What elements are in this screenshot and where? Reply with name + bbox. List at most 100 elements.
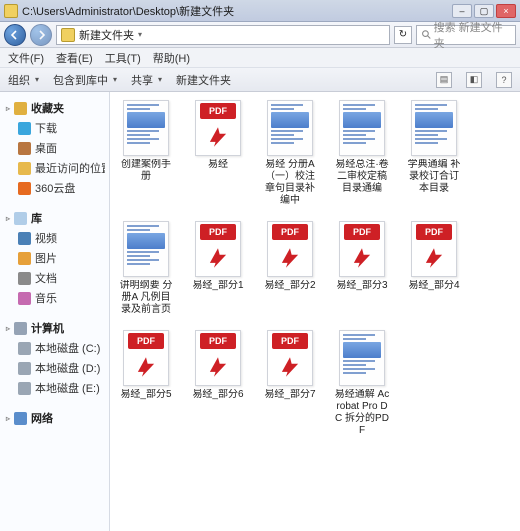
star-icon [14,102,27,115]
sidebar-item-drive-e[interactable]: 本地磁盘 (E:) [4,378,105,398]
doc-thumbnail [123,100,169,156]
file-name: 易经总注·卷二审校定稿目录通编 [334,159,390,195]
menu-help[interactable]: 帮助(H) [153,50,190,66]
file-item[interactable]: 易经总注·卷二审校定稿目录通编 [334,100,390,207]
sidebar-item-recent[interactable]: 最近访问的位置 [4,158,105,178]
sidebar-item-desktop[interactable]: 桌面 [4,138,105,158]
refresh-button[interactable]: ↻ [394,26,412,44]
sidebar-item-downloads[interactable]: 下载 [4,118,105,138]
folder-icon [4,4,18,18]
search-input[interactable]: 搜索 新建文件夹 [416,25,516,45]
nav-back-button[interactable] [4,24,26,46]
address-bar: 新建文件夹 ▾ ↻ 搜索 新建文件夹 [0,22,520,48]
file-name: 易经_部分4 [408,280,459,292]
share-button[interactable]: 共享 [131,72,162,88]
sidebar-item-music[interactable]: 音乐 [4,288,105,308]
toolbar: 组织 包含到库中 共享 新建文件夹 ▤ ◧ ? [0,68,520,92]
address-path: 新建文件夹 [79,27,134,43]
file-item[interactable]: 讲明纲要 分册A 凡例目录及前言页 [118,221,174,316]
file-item[interactable]: 易经通解 Acrobat Pro DC 拆分的PDF [334,330,390,437]
pdf-badge: PDF [200,333,236,349]
help-button[interactable]: ? [496,72,512,88]
menu-view[interactable]: 查看(E) [56,50,93,66]
drive-icon [18,342,31,355]
sidebar-network: 网络 [4,408,105,428]
library-icon [14,212,27,225]
sidebar-item-documents[interactable]: 文档 [4,268,105,288]
file-name: 讲明纲要 分册A 凡例目录及前言页 [118,280,174,316]
pdf-badge: PDF [272,333,308,349]
sidebar-head-libraries[interactable]: 库 [4,208,105,228]
file-name: 创建案例手册 [118,159,174,183]
pdf-badge: PDF [200,224,236,240]
sidebar-head-computer[interactable]: 计算机 [4,318,105,338]
sidebar-libraries: 库 视频 图片 文档 音乐 [4,208,105,308]
sidebar-item-video[interactable]: 视频 [4,228,105,248]
address-box[interactable]: 新建文件夹 ▾ [56,25,390,45]
file-item[interactable]: PDF 易经_部分1 [190,221,246,316]
sidebar-favorites: 收藏夹 下载 桌面 最近访问的位置 360云盘 [4,98,105,198]
preview-pane-button[interactable]: ◧ [466,72,482,88]
file-name: 易经 [208,159,228,171]
view-options-button[interactable]: ▤ [436,72,452,88]
doc-thumbnail [339,100,385,156]
doc-thumbnail [123,221,169,277]
file-view[interactable]: 创建案例手册 PDF 易经 易经 分册A（一）校注章句目录补编中易经总注·卷二审校定稿… [110,92,520,531]
file-item[interactable]: PDF易经_部分3 [334,221,390,316]
pdf-thumbnail: PDF [267,221,313,277]
sidebar-item-360cloud[interactable]: 360云盘 [4,178,105,198]
pdf-icon [277,354,303,380]
file-item[interactable]: 创建案例手册 [118,100,174,207]
nav-forward-button[interactable] [30,24,52,46]
sidebar-item-drive-c[interactable]: 本地磁盘 (C:) [4,338,105,358]
file-name: 易经_部分2 [264,280,315,292]
pdf-icon [421,245,447,271]
folder-icon [61,28,75,42]
pdf-badge: PDF [416,224,452,240]
file-item[interactable]: PDF 易经_部分2 [262,221,318,316]
file-item[interactable]: PDF易经_部分7 [262,330,318,437]
file-item[interactable]: PDF 易经_部分4 [406,221,462,316]
pdf-icon [349,245,375,271]
file-item[interactable]: PDF 易经_部分6 [190,330,246,437]
file-name: 易经_部分5 [120,389,171,401]
file-item[interactable]: 易经 分册A（一）校注章句目录补编中 [262,100,318,207]
sidebar-item-drive-d[interactable]: 本地磁盘 (D:) [4,358,105,378]
pdf-badge: PDF [272,224,308,240]
minimize-button[interactable]: – [452,4,472,18]
pdf-icon [205,124,231,150]
maximize-button[interactable]: ▢ [474,4,494,18]
drive-icon [18,362,31,375]
sidebar-computer: 计算机 本地磁盘 (C:) 本地磁盘 (D:) 本地磁盘 (E:) [4,318,105,398]
arrow-right-icon [36,30,46,40]
sidebar-head-favorites[interactable]: 收藏夹 [4,98,105,118]
close-button[interactable]: × [496,4,516,18]
include-library-button[interactable]: 包含到库中 [53,72,117,88]
sidebar-item-pictures[interactable]: 图片 [4,248,105,268]
file-item[interactable]: PDF易经_部分5 [118,330,174,437]
menu-tools[interactable]: 工具(T) [105,50,141,66]
pdf-icon [205,245,231,271]
file-item[interactable]: PDF 易经 [190,100,246,207]
pdf-badge: PDF [200,103,236,119]
pdf-icon [205,354,231,380]
pdf-thumbnail: PDF [195,330,241,386]
search-icon [421,29,432,40]
chevron-down-icon[interactable]: ▾ [138,30,142,39]
pdf-thumbnail: PDF [267,330,313,386]
organize-button[interactable]: 组织 [8,72,39,88]
doc-thumbnail [267,100,313,156]
sidebar: 收藏夹 下载 桌面 最近访问的位置 360云盘 库 视频 图片 文档 音乐 计算… [0,92,110,531]
file-item[interactable]: 学典通编 补录校订合订本目录 [406,100,462,207]
sidebar-head-network[interactable]: 网络 [4,408,105,428]
pdf-icon [133,354,159,380]
file-name: 易经通解 Acrobat Pro DC 拆分的PDF [334,389,390,437]
new-folder-button[interactable]: 新建文件夹 [176,72,231,88]
arrow-left-icon [10,30,20,40]
search-placeholder: 搜索 新建文件夹 [434,19,511,51]
file-name: 易经_部分1 [192,280,243,292]
menu-file[interactable]: 文件(F) [8,50,44,66]
file-name: 易经_部分6 [192,389,243,401]
recent-icon [18,162,31,175]
picture-icon [18,252,31,265]
